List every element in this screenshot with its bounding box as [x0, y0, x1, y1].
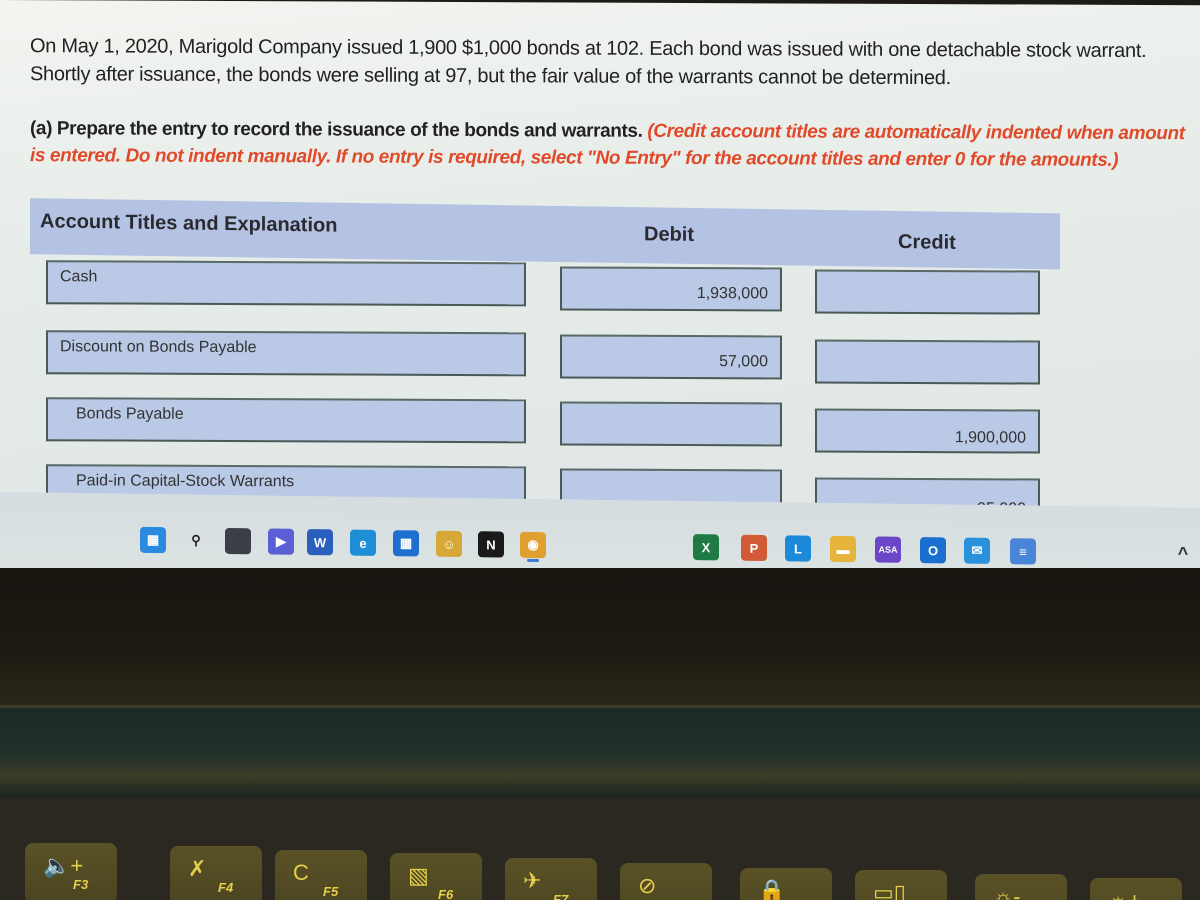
lockdown-browser-icon[interactable]: L	[785, 535, 811, 562]
function-key[interactable]: ▭▯	[855, 870, 947, 900]
screen: On May 1, 2020, Marigold Company issued …	[0, 0, 1200, 574]
store-icon[interactable]: ▦	[393, 530, 419, 557]
netflix-icon[interactable]: N	[478, 531, 504, 558]
journal-header: Account Titles and Explanation Debit Cre…	[30, 198, 1060, 270]
key-glyph-icon: ✗	[188, 856, 207, 881]
credit-field[interactable]: 1,900,000	[815, 408, 1040, 454]
question-text: On May 1, 2020, Marigold Company issued …	[30, 35, 1147, 90]
journal-row: Cash 1,938,000	[0, 260, 1200, 325]
debit-field[interactable]: 1,938,000	[560, 266, 782, 312]
network-app-icon[interactable]: ≡	[1010, 538, 1036, 565]
function-key[interactable]: ✗ F4	[170, 846, 262, 900]
function-key[interactable]: ⊘F8	[620, 863, 712, 900]
key-label: F4	[218, 880, 234, 895]
start-icon[interactable]: ▦	[140, 526, 166, 554]
key-label: F3	[73, 877, 89, 892]
function-key[interactable]: C F5	[275, 850, 367, 900]
header-account: Account Titles and Explanation	[40, 210, 338, 237]
function-key[interactable]: ▧ F6	[390, 853, 482, 900]
laptop-hinge	[0, 708, 1200, 798]
asa-app-icon[interactable]: ASA	[875, 536, 901, 563]
credit-field[interactable]	[815, 339, 1040, 385]
function-key[interactable]: ✈ F7	[505, 858, 597, 900]
keyboard-deck: 🔈+F3 ✗ F4 C F5 ▧ F6 ✈ F7 ⊘F8 🔒 ▭▯ ☼- ☼+	[0, 798, 1200, 900]
credit-field[interactable]	[815, 269, 1040, 315]
key-glyph-icon: 🔈+	[43, 853, 84, 878]
powerpoint-icon[interactable]: P	[741, 534, 767, 562]
function-key[interactable]: 🔒	[740, 868, 832, 900]
account-field[interactable]: Cash	[46, 260, 526, 307]
account-field[interactable]: Bonds Payable	[46, 397, 526, 444]
file-explorer-icon[interactable]: ▬	[830, 535, 856, 563]
function-key[interactable]: 🔈+ F3	[25, 843, 117, 900]
debit-field[interactable]	[560, 401, 782, 447]
show-hidden-icons-chevron-icon[interactable]: ^	[1170, 540, 1196, 566]
account-field[interactable]: Discount on Bonds Payable	[46, 330, 526, 377]
journal-row: Bonds Payable 1,900,000	[0, 395, 1200, 460]
key-glyph-icon: ▭▯	[873, 880, 906, 900]
key-label: F7	[553, 892, 569, 900]
key-label: F5	[323, 884, 339, 899]
key-glyph-icon: ☼-	[993, 884, 1021, 900]
journal-row: Discount on Bonds Payable 57,000	[0, 328, 1200, 393]
word-icon[interactable]: W	[307, 529, 333, 556]
search-icon[interactable]: ⚲	[183, 527, 209, 553]
chrome-icon[interactable]: ◉	[520, 531, 546, 559]
part-a-lead: (a) Prepare the entry to record the issu…	[30, 118, 643, 142]
mail-icon[interactable]: ✉	[964, 537, 990, 564]
outlook-icon[interactable]: O	[920, 537, 946, 564]
excel-icon[interactable]: X	[693, 534, 719, 561]
task-view-icon[interactable]	[225, 527, 251, 555]
laptop-bezel	[0, 568, 1200, 708]
part-a-prompt: (a) Prepare the entry to record the issu…	[30, 115, 1200, 174]
header-debit: Debit	[644, 223, 694, 246]
key-glyph-icon: ▧	[408, 863, 429, 888]
key-glyph-icon: C	[293, 860, 309, 885]
key-glyph-icon: ✈	[523, 868, 542, 893]
teams-chat-icon[interactable]: ▶	[268, 528, 294, 555]
header-credit: Credit	[898, 231, 956, 254]
app-icon[interactable]: ☺	[436, 530, 462, 558]
key-glyph-icon: ☼+	[1108, 888, 1141, 900]
debit-field[interactable]: 57,000	[560, 334, 782, 380]
key-glyph-icon: 🔒	[758, 878, 786, 900]
function-key[interactable]: ☼+	[1090, 878, 1182, 900]
function-key[interactable]: ☼-	[975, 874, 1067, 900]
running-indicator	[527, 558, 539, 563]
edge-icon[interactable]: e	[350, 529, 376, 556]
key-label: F6	[438, 887, 454, 900]
key-glyph-icon: ⊘	[638, 873, 657, 898]
